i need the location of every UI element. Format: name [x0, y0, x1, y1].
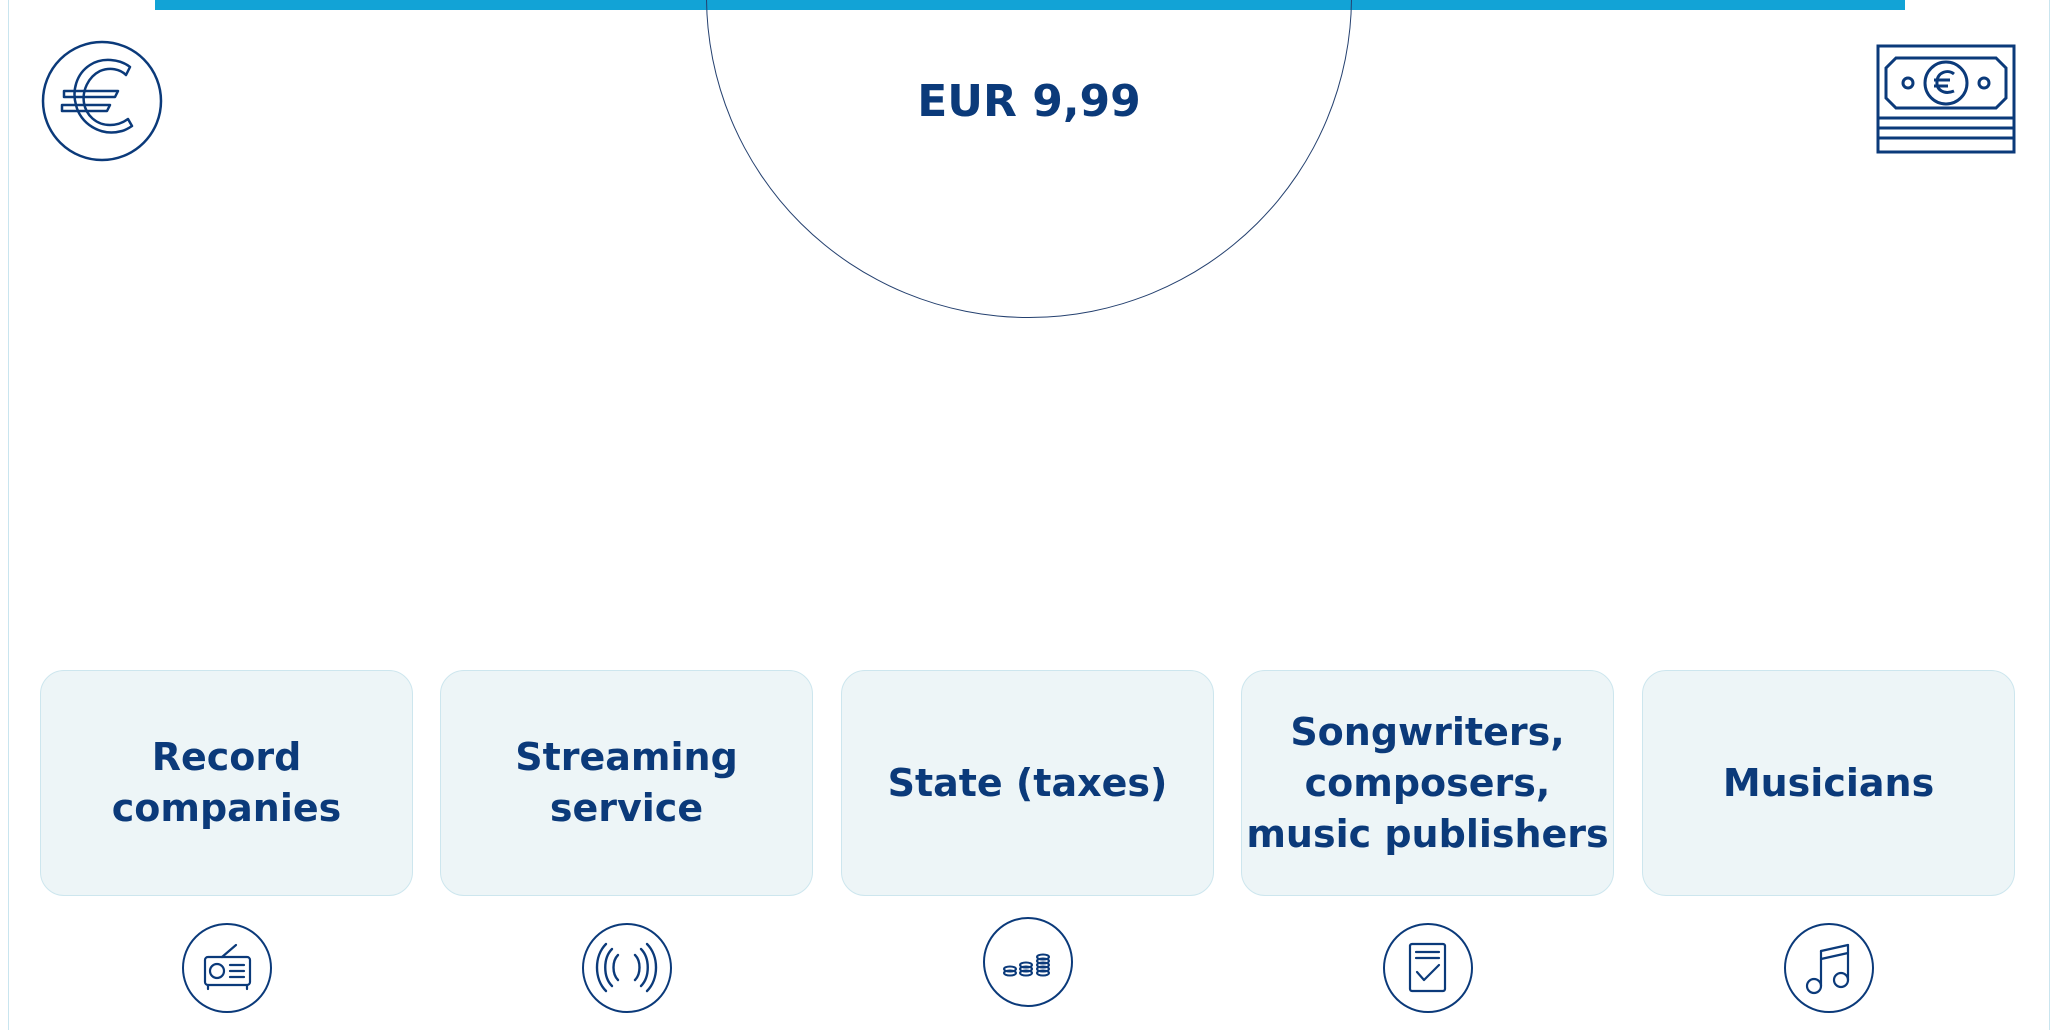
- recipient-card-songwriters: Songwriters, composers, music publishers: [1241, 670, 1614, 896]
- document-check-icon: [1383, 923, 1473, 1013]
- banknote-icon: [1876, 44, 2018, 156]
- euro-icon: [40, 39, 164, 163]
- recipient-label: Songwriters, composers, music publishers: [1246, 709, 1609, 856]
- recipient-label: State (taxes): [887, 760, 1168, 805]
- broadcast-icon: [582, 923, 672, 1013]
- recipient-card-musicians: Musicians: [1642, 670, 2015, 896]
- radio-icon: [182, 923, 272, 1013]
- recipient-label: Streaming service: [515, 735, 738, 830]
- recipient-card-state-taxes: State (taxes): [841, 670, 1214, 896]
- recipient-card-streaming-service: Streaming service: [440, 670, 813, 896]
- price-label: EUR 9,99: [917, 76, 1141, 127]
- recipient-label: Musicians: [1722, 760, 1935, 805]
- music-note-icon: [1784, 923, 1874, 1013]
- recipient-label: Record companies: [111, 735, 342, 830]
- coins-icon: [983, 917, 1073, 1007]
- recipient-card-record-companies: Record companies: [40, 670, 413, 896]
